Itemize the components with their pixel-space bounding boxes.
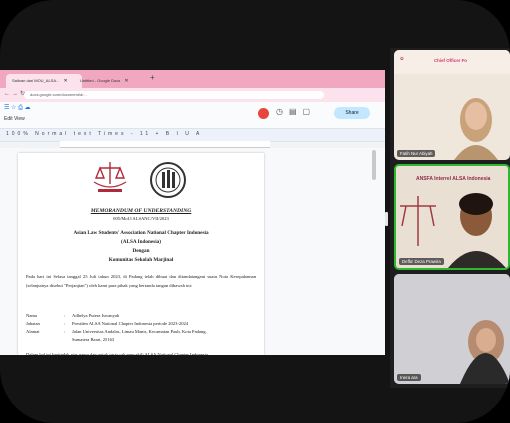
slide-logo-icon: ✿	[400, 56, 404, 61]
docs-title-icons: ☰ ☆ ⎙ ☁	[4, 105, 31, 111]
field-label: Jabatan	[26, 321, 40, 326]
close-icon[interactable]: ✕	[124, 78, 128, 84]
cut-off-line: Dalam hal ini bertindak atas nama dan un…	[26, 352, 208, 355]
field-value: Presiden ALSA National Chapter Indonesia…	[72, 321, 189, 326]
field-row: Alamat : Jalan Universitas Andalas, Lima…	[26, 329, 258, 337]
field-label: Nama	[26, 313, 37, 318]
participant-name: Deffa' Deza Prawira	[399, 258, 444, 265]
meet-icon[interactable]	[258, 108, 269, 119]
panel-resize-handle[interactable]	[385, 212, 388, 226]
participant-video-3	[394, 274, 510, 384]
field-colon: :	[64, 321, 66, 326]
header-logos	[88, 158, 198, 202]
signatory-fields: Nama : Adhelya Putera Iswanyah Jabatan :…	[26, 313, 258, 345]
tab-label: Untitled - Google Docs	[80, 78, 121, 83]
field-label: Alamat	[26, 329, 40, 334]
field-row: Sumatera Barat, 25163	[26, 337, 258, 345]
ruler	[60, 141, 270, 148]
participant-tile-speaking[interactable]: ANSFA Interrel ALSA Indonesia Deffa' Dez…	[394, 164, 510, 270]
party-one-abbr: (ALSA Indonesia)	[121, 239, 161, 245]
field-value: Jalan Universitas Andalas, Limau Manis, …	[72, 329, 207, 334]
field-row: Nama : Adhelya Putera Iswanyah	[26, 313, 258, 321]
browser-tab[interactable]: Untitled - Google Docs ✕	[74, 74, 156, 88]
docs-menu[interactable]: Edit View	[4, 116, 25, 122]
participant-name: Fatih Nur Abiyah	[397, 150, 436, 157]
field-colon: :	[64, 313, 66, 318]
slide-text: ANSFA Interrel ALSA Indonesia	[416, 176, 491, 182]
header-icons[interactable]: ◷▤▢	[276, 107, 316, 116]
field-colon: :	[64, 329, 66, 334]
photo-frame: Salinan dari MOU_ALSA... ✕ Untitled - Go…	[0, 0, 510, 423]
share-button[interactable]: Share	[334, 107, 370, 119]
close-icon[interactable]: ✕	[63, 78, 67, 84]
meeting-screen: Salinan dari MOU_ALSA... ✕ Untitled - Go…	[0, 0, 510, 423]
party-one: Asian Law Students' Association National…	[73, 230, 209, 236]
formatting-toolbar: 100% Normal text Times - 11 + B I U A	[0, 128, 385, 142]
field-value: Adhelya Putera Iswanyah	[72, 313, 120, 318]
participant-tile[interactable]: ✿ Chief Officer Fo Fatih Nur Abiyah	[394, 50, 510, 160]
opening-paragraph: Pada hari ini Selasa tanggal 25 Juli tah…	[26, 274, 256, 288]
slide-title: Chief Officer Fo	[434, 58, 467, 63]
conjunction: Dengan	[132, 248, 150, 254]
scrollbar[interactable]	[372, 150, 376, 180]
new-tab-icon[interactable]: +	[150, 73, 155, 82]
alsa-logo-icon	[93, 162, 127, 192]
docs-header: ☰ ☆ ⎙ ☁ Edit View ◷▤▢ Share	[0, 102, 385, 128]
participant-video-1	[394, 50, 510, 160]
browser-tab-active[interactable]: Salinan dari MOU_ALSA... ✕	[6, 74, 82, 88]
screen-share: Salinan dari MOU_ALSA... ✕ Untitled - Go…	[0, 70, 385, 355]
participant-name: Inera ara	[397, 374, 421, 381]
tab-label: Salinan dari MOU_ALSA...	[12, 78, 60, 83]
browser-tab-bar: Salinan dari MOU_ALSA... ✕ Untitled - Go…	[0, 70, 385, 88]
toolbar-items[interactable]: 100% Normal text Times - 11 + B I U A	[6, 131, 202, 137]
party-two: Komunitas Sekolah Marjinal	[108, 257, 174, 263]
school-logo-icon	[150, 162, 186, 198]
mou-number: 005/MoU/ALSANC/VII/2023	[113, 216, 169, 221]
participant-tile[interactable]: Inera ara	[394, 274, 510, 384]
url-input[interactable]: docs.google.com/document/d/...	[24, 91, 324, 99]
address-bar-row: ←→↻ docs.google.com/document/d/...	[0, 88, 385, 102]
document-page[interactable]: MEMORANDUM OF UNDERSTANDING 005/MoU/ALSA…	[18, 153, 264, 355]
mou-title: MEMORANDUM OF UNDERSTANDING	[90, 208, 192, 214]
field-row: Jabatan : Presiden ALSA National Chapter…	[26, 321, 258, 329]
field-value-continued: Sumatera Barat, 25163	[72, 337, 115, 342]
